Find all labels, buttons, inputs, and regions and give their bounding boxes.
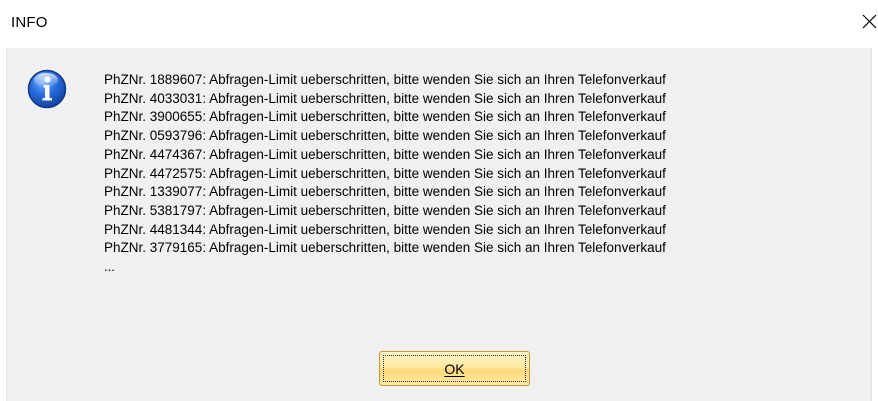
message-line: PhZNr. 4033031: Abfragen-Limit ueberschr… <box>104 90 666 106</box>
message-line: PhZNr. 4481344: Abfragen-Limit ueberschr… <box>104 221 666 237</box>
message-line: PhZNr. 4472575: Abfragen-Limit ueberschr… <box>104 165 666 181</box>
message-line: PhZNr. 1339077: Abfragen-Limit ueberschr… <box>104 184 666 200</box>
title-bar[interactable]: INFO <box>0 0 878 48</box>
info-dialog: INFO PhZNr. 1889607: Abfragen-Limit uebe… <box>0 0 878 401</box>
ok-button-label: OK <box>444 360 465 377</box>
dialog-title: INFO <box>11 14 48 31</box>
message-line: PhZNr. 3779165: Abfragen-Limit ueberschr… <box>104 240 666 256</box>
info-icon <box>27 69 67 109</box>
ok-button[interactable]: OK <box>379 351 530 386</box>
message-list: PhZNr. 1889607: Abfragen-Limit ueberschr… <box>104 71 666 277</box>
message-line: PhZNr. 5381797: Abfragen-Limit ueberschr… <box>104 202 666 218</box>
more-indicator: ... <box>104 259 115 275</box>
message-line: PhZNr. 3900655: Abfragen-Limit ueberschr… <box>104 109 666 125</box>
message-line: PhZNr. 0593796: Abfragen-Limit ueberschr… <box>104 128 666 144</box>
message-line: PhZNr. 4474367: Abfragen-Limit ueberschr… <box>104 146 666 162</box>
close-icon <box>862 14 877 29</box>
close-button[interactable] <box>860 6 878 36</box>
dialog-body: PhZNr. 1889607: Abfragen-Limit ueberschr… <box>6 48 872 401</box>
message-line: PhZNr. 1889607: Abfragen-Limit ueberschr… <box>104 72 666 87</box>
